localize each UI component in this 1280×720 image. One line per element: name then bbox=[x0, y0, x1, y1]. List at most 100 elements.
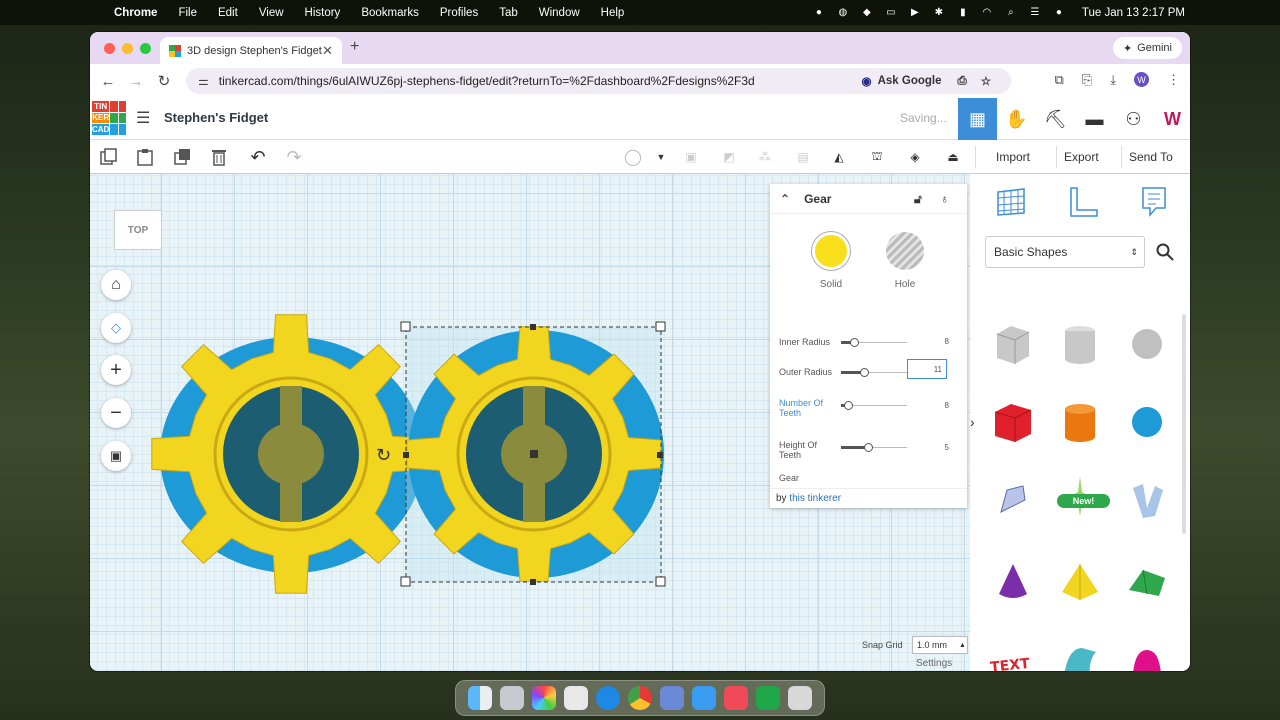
roof-tile[interactable] bbox=[1117, 546, 1177, 618]
settings-link[interactable]: Settings bbox=[916, 658, 952, 669]
author-link[interactable]: this tinkerer bbox=[789, 493, 841, 504]
param-slider[interactable] bbox=[841, 401, 907, 410]
bluetooth-icon[interactable]: ✱ bbox=[932, 7, 946, 18]
tinkercad-logo[interactable]: TIN KER CAD bbox=[92, 101, 126, 135]
safari-icon[interactable] bbox=[596, 686, 620, 710]
box-hole-tile[interactable] bbox=[983, 308, 1043, 380]
blocks-button[interactable]: ✋ bbox=[997, 98, 1036, 140]
search-icon[interactable] bbox=[1153, 236, 1177, 268]
design-list-icon[interactable]: ☰ bbox=[136, 108, 150, 128]
address-bar[interactable]: ⚌ tinkercad.com/things/6ulAIWUZ6pj-steph… bbox=[186, 68, 1011, 94]
duplicate-icon[interactable] bbox=[172, 146, 194, 168]
siri-icon[interactable]: ● bbox=[1052, 7, 1066, 18]
bulb-icon[interactable]: ♁ bbox=[940, 192, 949, 206]
param-value[interactable]: 8 bbox=[945, 337, 949, 346]
ungroup-icon[interactable]: ◩ bbox=[718, 146, 740, 168]
outer-radius-input[interactable]: 11 bbox=[907, 359, 947, 379]
music-icon[interactable] bbox=[724, 686, 748, 710]
zoom-window-button[interactable] bbox=[140, 42, 151, 54]
workplane-icon[interactable]: ◈ bbox=[904, 146, 926, 168]
menu-tab[interactable]: Tab bbox=[499, 7, 518, 19]
battery-icon[interactable]: ▮ bbox=[956, 7, 970, 18]
star-icon[interactable]: ☆ bbox=[981, 74, 991, 88]
clock[interactable]: Tue Jan 13 2:17 PM bbox=[1082, 7, 1185, 19]
close-tab-icon[interactable]: ✕ bbox=[322, 43, 333, 59]
sim-lab-button[interactable]: ⛏ bbox=[1036, 98, 1075, 140]
display-icon[interactable]: ▭ bbox=[884, 7, 898, 18]
menu-window[interactable]: Window bbox=[539, 7, 580, 19]
menu-edit[interactable]: Edit bbox=[218, 7, 238, 19]
numbers-icon[interactable] bbox=[756, 686, 780, 710]
grid-icon[interactable] bbox=[995, 186, 1027, 221]
mirror-icon[interactable]: ◭ bbox=[828, 146, 850, 168]
menu-file[interactable]: File bbox=[178, 7, 197, 19]
wifi-icon[interactable]: ◠ bbox=[980, 7, 994, 18]
drop-icon[interactable]: ◆ bbox=[860, 7, 874, 18]
trash-icon[interactable] bbox=[788, 686, 812, 710]
play-icon[interactable]: ▶ bbox=[908, 7, 922, 18]
finder-icon[interactable] bbox=[468, 686, 492, 710]
half-cylinder-tile[interactable] bbox=[1050, 626, 1110, 671]
sphere-tile[interactable] bbox=[1117, 386, 1177, 458]
collaborate-button[interactable]: ⚇ bbox=[1114, 98, 1153, 140]
reload-icon[interactable]: ↻ bbox=[150, 72, 178, 90]
collapse-icon[interactable]: ⌃ bbox=[780, 192, 790, 206]
redo-icon[interactable]: ↷ bbox=[283, 146, 305, 168]
export-button[interactable]: Export bbox=[1064, 146, 1099, 168]
hide-icon[interactable]: ⁂ bbox=[754, 146, 776, 168]
back-icon[interactable]: ← bbox=[94, 73, 122, 90]
paraboloid-tile[interactable] bbox=[1117, 626, 1177, 671]
forward-icon[interactable]: → bbox=[122, 73, 150, 90]
cylinder-hole-tile[interactable] bbox=[1050, 308, 1110, 380]
extensions-icon[interactable]: ⧉ bbox=[1055, 72, 1064, 88]
browser-tab[interactable]: 3D design Stephen's Fidget - ✕ bbox=[160, 37, 342, 64]
param-slider[interactable] bbox=[841, 368, 907, 377]
snap-grid-select[interactable]: 1.0 mm ▲ bbox=[912, 636, 968, 654]
more-menu-icon[interactable]: ⋮ bbox=[1167, 72, 1180, 88]
scribble-tile[interactable] bbox=[983, 464, 1043, 536]
lock-icon[interactable]: 🔓︎ bbox=[914, 192, 922, 207]
align-icon[interactable]: ▤ bbox=[792, 146, 814, 168]
chevron-down-icon[interactable]: ▼ bbox=[650, 146, 672, 168]
param-slider[interactable] bbox=[841, 338, 907, 347]
minimize-window-button[interactable] bbox=[122, 42, 133, 54]
bricks-button[interactable]: ▬ bbox=[1075, 98, 1114, 140]
send-to-button[interactable]: Send To bbox=[1129, 146, 1173, 168]
hole-button[interactable]: Hole bbox=[880, 232, 930, 290]
menu-view[interactable]: View bbox=[259, 7, 284, 19]
group-icon[interactable]: ▣ bbox=[680, 146, 702, 168]
site-settings-icon[interactable]: ⚌ bbox=[198, 74, 209, 88]
mail-icon[interactable] bbox=[692, 686, 716, 710]
install-icon[interactable]: ⎙ bbox=[957, 75, 966, 88]
design-title[interactable]: Stephen's Fidget bbox=[164, 110, 268, 125]
ruler-icon[interactable] bbox=[1067, 186, 1099, 221]
notes-icon[interactable] bbox=[1140, 186, 1168, 221]
download-icon[interactable]: ⤓ bbox=[1110, 72, 1116, 88]
delete-icon[interactable] bbox=[208, 146, 230, 168]
copy-icon[interactable] bbox=[98, 146, 120, 168]
shape-category-select[interactable]: Basic Shapes ⇕ bbox=[985, 236, 1145, 268]
cone-tile[interactable] bbox=[983, 546, 1043, 618]
spotlight-icon[interactable]: ⌕ bbox=[1004, 7, 1018, 18]
param-value[interactable]: 8 bbox=[945, 401, 949, 410]
text-3d-tile[interactable] bbox=[1117, 464, 1177, 536]
new-tab-icon[interactable]: + bbox=[350, 38, 359, 56]
menu-history[interactable]: History bbox=[305, 7, 341, 19]
cruise-icon[interactable]: ⛫ bbox=[866, 146, 888, 168]
menu-app-name[interactable]: Chrome bbox=[114, 7, 157, 19]
launchpad-icon[interactable] bbox=[500, 686, 524, 710]
ask-google-button[interactable]: ◉ Ask Google ⎙ ☆ bbox=[862, 71, 991, 91]
photos-icon[interactable] bbox=[532, 686, 556, 710]
param-value[interactable]: 5 bbox=[945, 443, 949, 452]
menu-bookmarks[interactable]: Bookmarks bbox=[361, 7, 419, 19]
close-window-button[interactable] bbox=[104, 42, 115, 54]
ruler-drop-icon[interactable]: ⏏ bbox=[942, 146, 964, 168]
text-tile[interactable]: TEXT bbox=[983, 626, 1043, 671]
param-slider[interactable] bbox=[841, 443, 907, 452]
profile-icon[interactable]: W bbox=[1134, 72, 1149, 87]
library-scrollbar[interactable] bbox=[1182, 314, 1186, 534]
box-tile[interactable] bbox=[983, 386, 1043, 458]
app-icon[interactable] bbox=[660, 686, 684, 710]
chrome-icon[interactable] bbox=[628, 686, 652, 710]
menu-help[interactable]: Help bbox=[601, 7, 625, 19]
